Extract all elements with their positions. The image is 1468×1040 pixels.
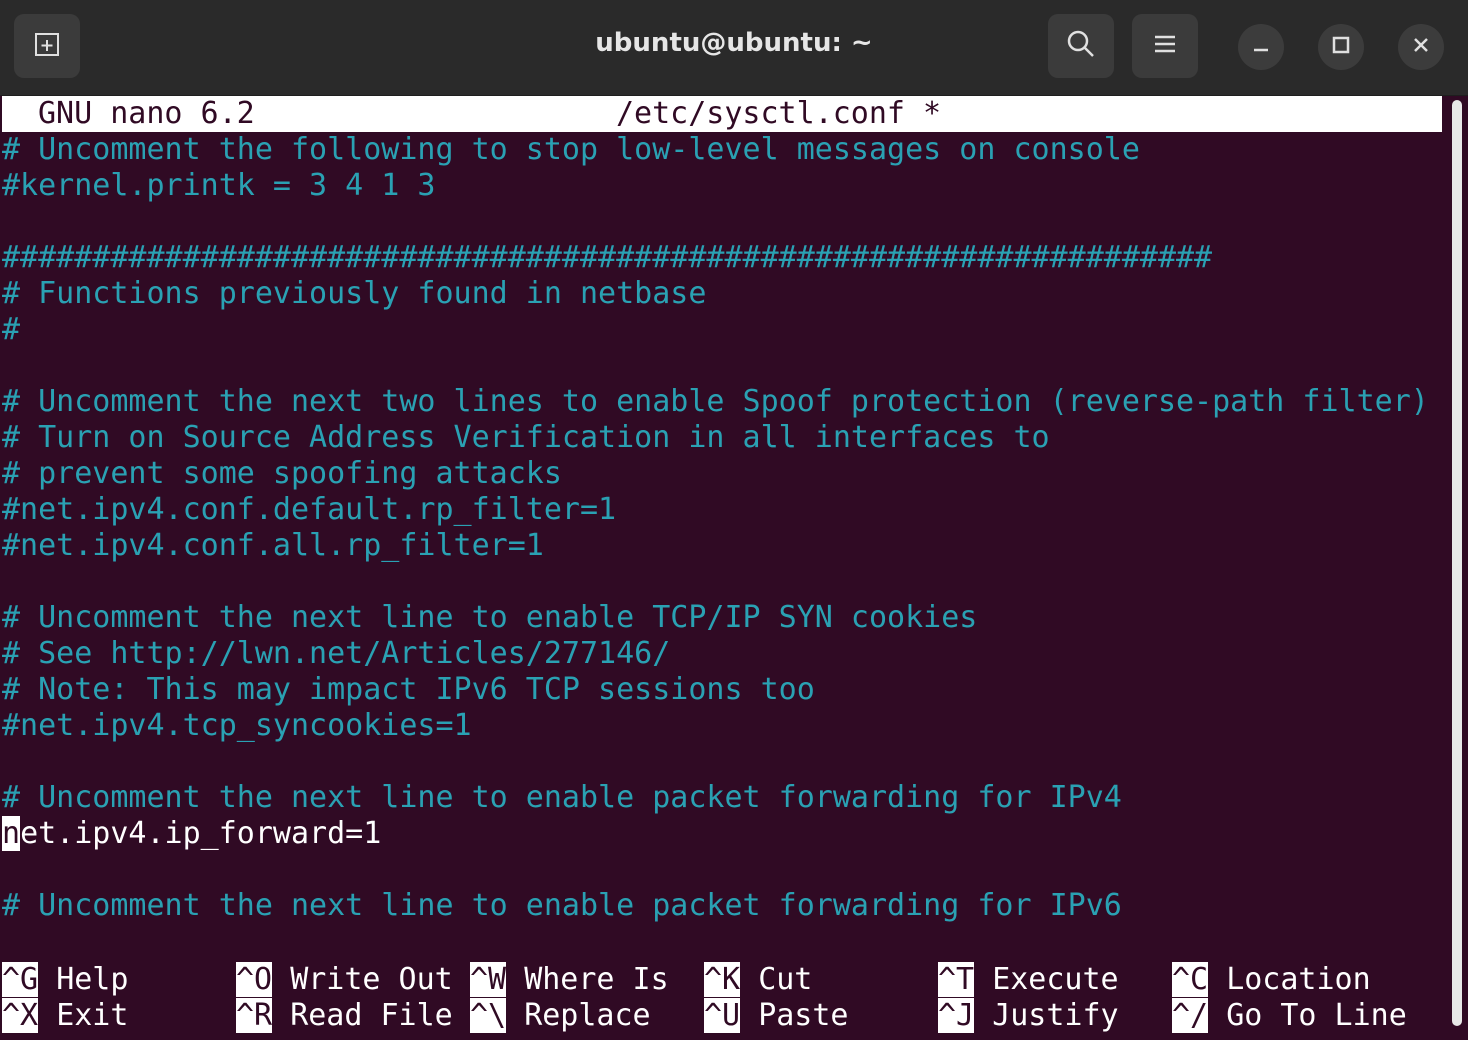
shortcut-label: Write Out — [290, 962, 453, 997]
text-cursor: n — [2, 816, 21, 851]
editor-line[interactable]: # Turn on Source Address Verification in… — [2, 420, 1050, 456]
editor-line[interactable]: # Functions previously found in netbase — [2, 276, 706, 312]
search-icon — [1065, 28, 1097, 64]
editor-line[interactable]: # See http://lwn.net/Articles/277146/ — [2, 636, 670, 672]
shortcut-label: Location — [1226, 962, 1371, 997]
shortcut-key: ^/ — [1172, 998, 1209, 1033]
shortcut-write-out[interactable]: ^O Write Out — [236, 962, 453, 998]
scrollbar[interactable] — [1452, 100, 1462, 1026]
shortcut-where-is[interactable]: ^W Where Is — [470, 962, 669, 998]
shortcut-key: ^W — [470, 962, 507, 997]
editor-line[interactable]: # Note: This may impact IPv6 TCP session… — [2, 672, 815, 708]
shortcut-label: Cut — [758, 962, 813, 997]
shortcut-key: ^C — [1172, 962, 1209, 997]
shortcut-go-to-line[interactable]: ^/ Go To Line — [1172, 998, 1407, 1034]
shortcut-help[interactable]: ^G Help — [2, 962, 128, 998]
shortcut-label: Justify — [992, 998, 1119, 1033]
shortcut-label: Exit — [56, 998, 129, 1033]
editor-line[interactable]: #net.ipv4.tcp_syncookies=1 — [2, 708, 472, 744]
search-button[interactable] — [1048, 14, 1114, 78]
editor-line-active[interactable]: net.ipv4.ip_forward=1 — [2, 816, 381, 852]
shortcut-key: ^U — [704, 998, 741, 1033]
shortcut-key: ^R — [236, 998, 273, 1033]
nano-version: GNU nano 6.2 — [38, 96, 255, 131]
menu-button[interactable] — [1132, 14, 1198, 78]
editor-line[interactable]: # Uncomment the next line to enable pack… — [2, 780, 1122, 816]
shortcut-read-file[interactable]: ^R Read File — [236, 998, 453, 1034]
shortcut-label: Go To Line — [1226, 998, 1407, 1033]
shortcut-location[interactable]: ^C Location — [1172, 962, 1371, 998]
editor-line[interactable]: # prevent some spoofing attacks — [2, 456, 562, 492]
shortcut-key: ^T — [938, 962, 975, 997]
shortcut-label: Where Is — [524, 962, 669, 997]
shortcut-cut[interactable]: ^K Cut — [704, 962, 812, 998]
editor-line[interactable]: # Uncomment the next line to enable TCP/… — [2, 600, 977, 636]
editor-line[interactable]: # Uncomment the next two lines to enable… — [2, 384, 1429, 420]
minimize-icon — [1251, 35, 1271, 59]
shortcut-key: ^\ — [470, 998, 507, 1033]
shortcut-justify[interactable]: ^J Justify — [938, 998, 1119, 1034]
editor-line[interactable]: # — [2, 312, 20, 348]
shortcut-key: ^X — [2, 998, 39, 1033]
shortcut-key: ^J — [938, 998, 975, 1033]
nano-filename: /etc/sysctl.conf * — [616, 96, 942, 131]
shortcut-label: Paste — [758, 998, 849, 1033]
close-button[interactable] — [1398, 24, 1444, 70]
active-line-text: et.ipv4.ip_forward=1 — [20, 816, 382, 851]
shortcut-key: ^G — [2, 962, 39, 997]
maximize-icon — [1331, 35, 1351, 59]
editor-line[interactable]: #net.ipv4.conf.default.rp_filter=1 — [2, 492, 616, 528]
editor-line[interactable]: #kernel.printk = 3 4 1 3 — [2, 168, 435, 204]
shortcut-replace[interactable]: ^\ Replace — [470, 998, 651, 1034]
title-bar: ubuntu@ubuntu: ~ — [0, 0, 1468, 96]
terminal-window: ubuntu@ubuntu: ~ GNU nano 6.2 /etc/sysct… — [0, 0, 1468, 1040]
shortcut-label: Replace — [524, 998, 651, 1033]
maximize-button[interactable] — [1318, 24, 1364, 70]
close-icon — [1411, 35, 1431, 59]
nano-header-bar: GNU nano 6.2 /etc/sysctl.conf * — [2, 96, 1442, 132]
shortcut-exit[interactable]: ^X Exit — [2, 998, 128, 1034]
editor-line[interactable]: # Uncomment the next line to enable pack… — [2, 888, 1122, 924]
editor-line[interactable]: ########################################… — [2, 240, 1212, 276]
shortcut-label: Execute — [992, 962, 1119, 997]
shortcut-paste[interactable]: ^U Paste — [704, 998, 849, 1034]
shortcut-label: Help — [56, 962, 129, 997]
shortcut-key: ^K — [704, 962, 741, 997]
editor-line[interactable]: # Uncomment the following to stop low-le… — [2, 132, 1140, 168]
minimize-button[interactable] — [1238, 24, 1284, 70]
shortcut-label: Read File — [290, 998, 453, 1033]
shortcut-key: ^O — [236, 962, 273, 997]
editor-line[interactable]: #net.ipv4.conf.all.rp_filter=1 — [2, 528, 544, 564]
terminal-area[interactable]: GNU nano 6.2 /etc/sysctl.conf * # Uncomm… — [0, 96, 1448, 1040]
shortcut-execute[interactable]: ^T Execute — [938, 962, 1119, 998]
hamburger-menu-icon — [1152, 32, 1178, 60]
